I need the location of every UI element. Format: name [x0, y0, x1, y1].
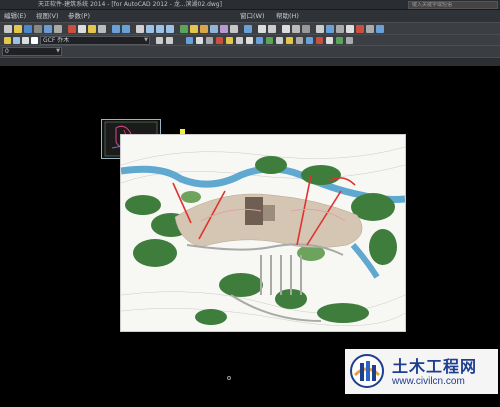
toolbar2-icon-f[interactable] [236, 37, 243, 44]
render-icon[interactable] [326, 25, 334, 33]
menu-bar: 编辑(E) 视图(V) 参数(P) 窗口(W) 帮助(H) [0, 10, 500, 22]
copy-icon[interactable] [78, 25, 86, 33]
toolbar2-icon-q[interactable] [346, 37, 353, 44]
layer-previous-icon[interactable] [156, 37, 163, 44]
layer-combo[interactable]: GCF 乔木 ▼ [40, 36, 150, 45]
toolbar2-icon-l[interactable] [296, 37, 303, 44]
toolbar-icon-a[interactable] [282, 25, 290, 33]
toolbar-icon-c[interactable] [302, 25, 310, 33]
save-icon[interactable] [24, 25, 32, 33]
menu-window[interactable]: 窗口(W) [240, 10, 265, 22]
layer-match-icon[interactable] [166, 37, 173, 44]
paste-icon[interactable] [88, 25, 96, 33]
toolbar-icon-h[interactable] [376, 25, 384, 33]
layer-icon[interactable] [258, 25, 266, 33]
cursor-icon [227, 376, 231, 380]
pan-icon[interactable] [136, 25, 144, 33]
toolbar-icon-e[interactable] [346, 25, 354, 33]
chevron-down-icon: ▼ [56, 48, 60, 54]
tool-palettes-icon[interactable] [200, 25, 208, 33]
layer-combo-value: GCF 乔木 [43, 37, 70, 44]
tab-strip [0, 57, 500, 66]
preview-icon[interactable] [44, 25, 52, 33]
sun-icon[interactable] [13, 37, 20, 44]
toolbar2-icon-b[interactable] [196, 37, 203, 44]
layer-states-icon[interactable] [268, 25, 276, 33]
watermark-title: 土木工程网 [392, 357, 478, 376]
standard-toolbar [0, 22, 500, 34]
publish-icon[interactable] [54, 25, 62, 33]
toolbar2-icon-a[interactable] [186, 37, 193, 44]
new-file-icon[interactable] [4, 25, 12, 33]
site-plan-drawing [120, 134, 406, 332]
toolbar2-icon-c[interactable] [206, 37, 213, 44]
help-icon[interactable] [244, 25, 252, 33]
match-properties-icon[interactable] [98, 25, 106, 33]
menu-parameters[interactable]: 参数(P) [68, 10, 90, 22]
toolbar2-icon-h[interactable] [256, 37, 263, 44]
lock-icon[interactable] [22, 37, 29, 44]
sheet-set-icon[interactable] [210, 25, 218, 33]
toolbar2-icon-j[interactable] [276, 37, 283, 44]
zoom-window-icon[interactable] [156, 25, 164, 33]
window-title: 天正软件-建筑系统 2014 - [for AutoCAD 2012 - 龙..… [38, 1, 222, 8]
menu-help[interactable]: 帮助(H) [276, 10, 299, 22]
menu-view[interactable]: 视图(V) [36, 10, 59, 22]
open-file-icon[interactable] [14, 25, 22, 33]
toolbar2-icon-d[interactable] [216, 37, 223, 44]
toolbar2-icon-o[interactable] [326, 37, 333, 44]
calculator-icon[interactable] [230, 25, 238, 33]
cut-icon[interactable] [68, 25, 76, 33]
toolbar-icon-d[interactable] [336, 25, 344, 33]
design-center-icon[interactable] [190, 25, 198, 33]
toolbar2-icon-e[interactable] [226, 37, 233, 44]
layers-toolbar: GCF 乔木 ▼ [0, 34, 500, 45]
properties-icon[interactable] [180, 25, 188, 33]
chevron-down-icon: ▼ [144, 37, 148, 43]
watermark-url: www.civilcn.com [392, 376, 465, 387]
toolbar2-icon-m[interactable] [306, 37, 313, 44]
toolbar2-icon-k[interactable] [286, 37, 293, 44]
style-combo[interactable]: 0 ▼ [2, 47, 62, 56]
markup-icon[interactable] [220, 25, 228, 33]
menu-edit[interactable]: 编辑(E) [4, 10, 26, 22]
toolbar-icon-g[interactable] [366, 25, 374, 33]
toolbar-icon-f[interactable] [356, 25, 364, 33]
toolbar2-icon-g[interactable] [246, 37, 253, 44]
color-swatch-icon[interactable] [31, 37, 38, 44]
toolbar2-icon-p[interactable] [336, 37, 343, 44]
orbit-icon[interactable] [316, 25, 324, 33]
redo-icon[interactable] [122, 25, 130, 33]
undo-icon[interactable] [112, 25, 120, 33]
site-plan-graphic [121, 135, 405, 331]
style-combo-value: 0 [5, 48, 9, 55]
toolbar2-icon-i[interactable] [266, 37, 273, 44]
toolbar-icon-b[interactable] [292, 25, 300, 33]
title-bar: 天正软件-建筑系统 2014 - [for AutoCAD 2012 - 龙..… [0, 0, 500, 10]
zoom-previous-icon[interactable] [166, 25, 174, 33]
watermark: 土木工程网 www.civilcn.com [345, 349, 498, 394]
print-icon[interactable] [34, 25, 42, 33]
search-input[interactable]: 键入关键字或短语 [408, 1, 498, 9]
properties-toolbar: 0 ▼ [0, 45, 500, 57]
bulb-icon[interactable] [4, 37, 11, 44]
toolbar2-icon-n[interactable] [316, 37, 323, 44]
civilcn-logo-icon [350, 354, 384, 388]
zoom-realtime-icon[interactable] [146, 25, 154, 33]
